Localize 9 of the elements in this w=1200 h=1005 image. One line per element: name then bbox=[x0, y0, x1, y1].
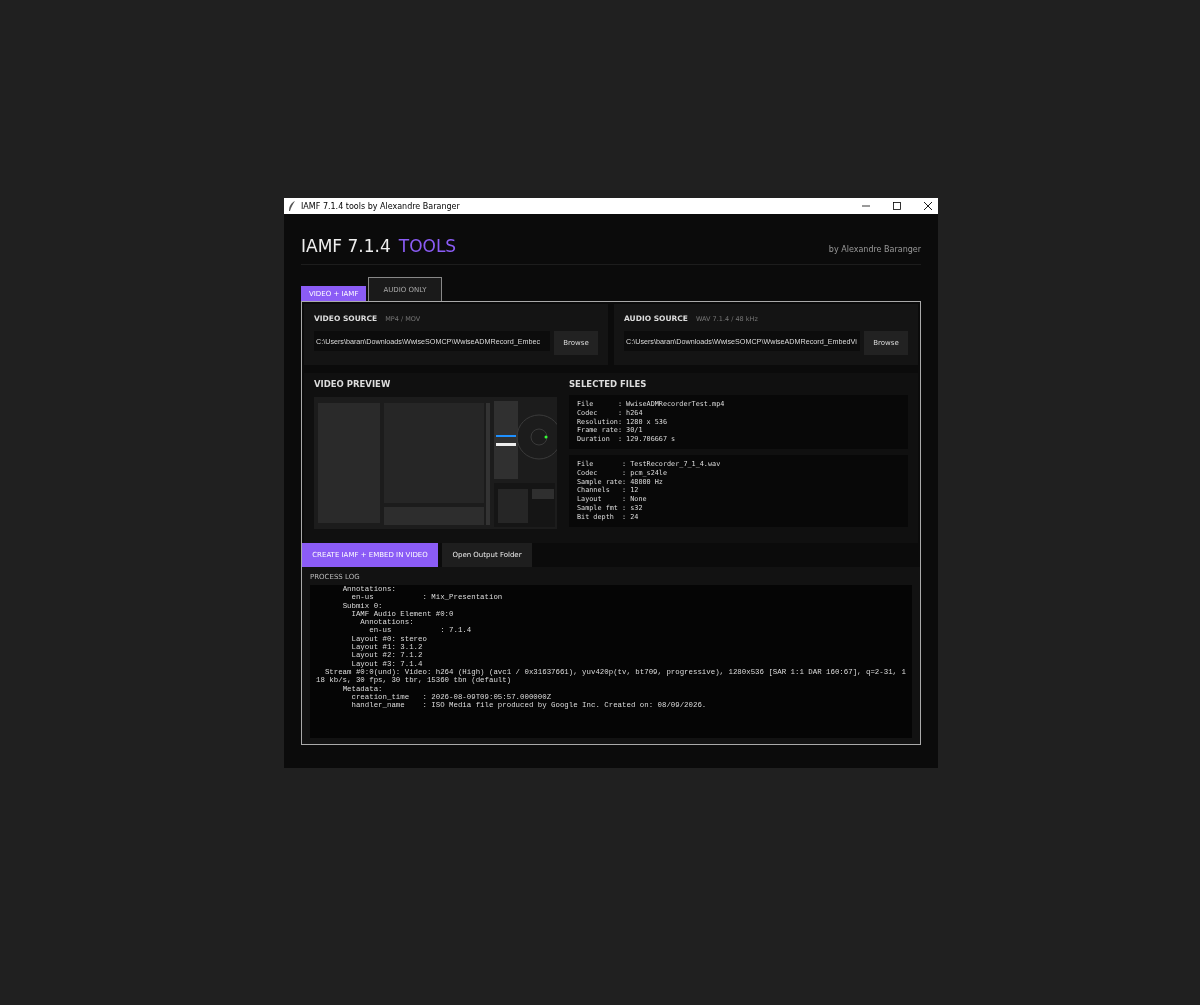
window-title: IAMF 7.1.4 tools by Alexandre Baranger bbox=[301, 201, 461, 211]
section-title: VIDEO PREVIEW bbox=[314, 379, 392, 389]
feather-icon bbox=[288, 201, 296, 211]
app-title-accent: TOOLS bbox=[398, 236, 457, 256]
maximize-icon[interactable] bbox=[891, 200, 903, 212]
author-label: by Alexandre Baranger bbox=[828, 245, 921, 254]
section-title: SELECTED FILES bbox=[569, 379, 648, 389]
close-icon[interactable] bbox=[922, 200, 934, 212]
app-title: IAMF 7.1.4 bbox=[301, 236, 391, 256]
